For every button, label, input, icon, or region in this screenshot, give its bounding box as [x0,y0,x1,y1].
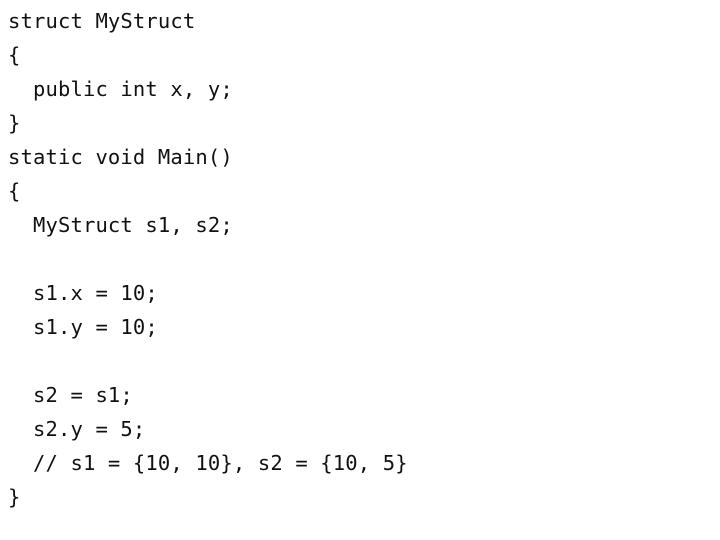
code-line: MyStruct s1, s2; [8,213,233,237]
code-line: static void Main() [8,145,233,169]
code-block: struct MyStruct { public int x, y;} static… [8,4,712,514]
code-line: s2 = s1; [8,383,133,407]
code-slide: struct MyStruct { public int x, y;} static… [0,0,720,540]
code-line: s1.x = 10; [8,281,158,305]
code-line: { [8,179,21,203]
code-line: } [8,111,21,135]
code-line: public int x, y; [8,77,233,101]
code-line: s1.y = 10; [8,315,158,339]
code-line: struct MyStruct [8,9,196,33]
code-line: } [8,485,21,509]
code-line: s2.y = 5; [8,417,146,441]
code-line: // s1 = {10, 10}, s2 = {10, 5} [8,451,408,475]
code-line: { [8,43,21,67]
